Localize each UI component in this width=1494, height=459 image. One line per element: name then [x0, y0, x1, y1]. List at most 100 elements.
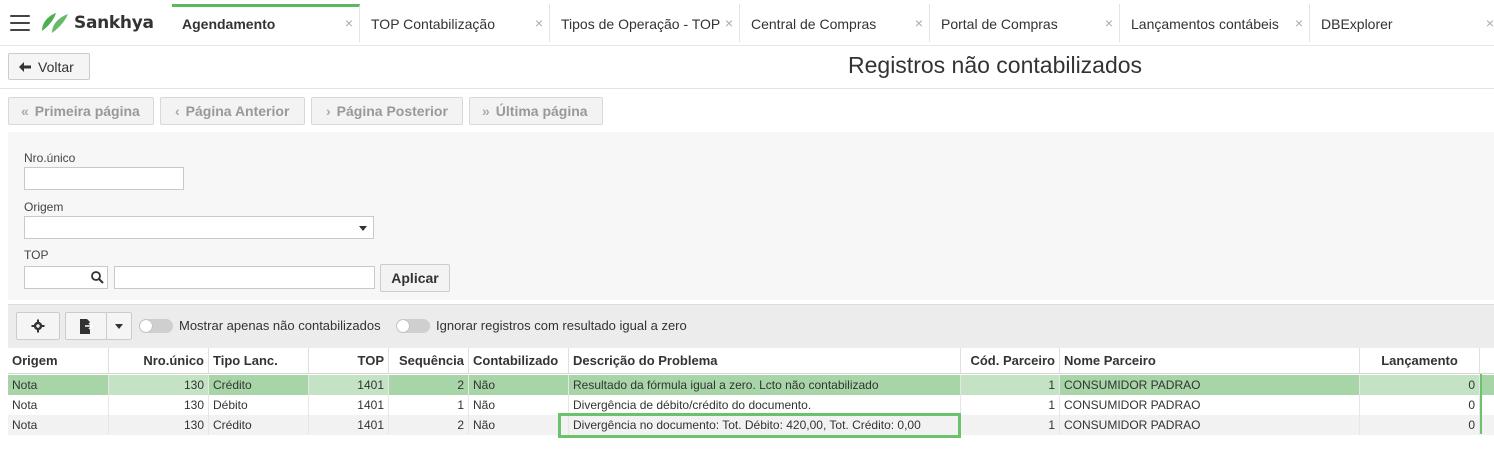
tab-central-compras[interactable]: Central de Compras ×: [741, 4, 930, 42]
dropdown-caret-icon: [115, 323, 123, 329]
cell-cod-parceiro: 1: [961, 415, 1060, 435]
tab-agendamento[interactable]: Agendamento ×: [172, 4, 360, 42]
last-page-label: Última página: [495, 103, 588, 119]
cell-lancamento: 0: [1360, 375, 1480, 395]
cell-cod-parceiro: 1: [961, 375, 1060, 395]
apply-button[interactable]: Aplicar: [380, 264, 450, 292]
origem-select[interactable]: [24, 216, 374, 239]
cell-tipo-lanc: Débito: [209, 395, 309, 415]
cell-descricao: Divergência de débito/crédito do documen…: [569, 395, 961, 415]
cell-origem: Nota: [8, 395, 109, 415]
column-header-sequencia[interactable]: Sequência: [389, 348, 469, 373]
export-dropdown-button[interactable]: [106, 312, 132, 340]
column-header-descricao[interactable]: Descrição do Problema: [569, 348, 961, 373]
next-page-label: Página Posterior: [336, 103, 448, 119]
close-icon[interactable]: ×: [1105, 15, 1113, 31]
cell-tipo-lanc: Crédito: [209, 415, 309, 435]
column-header-top[interactable]: TOP: [309, 348, 389, 373]
export-button[interactable]: [65, 312, 107, 340]
cell-nome-parceiro: CONSUMIDOR PADRAO: [1060, 415, 1360, 435]
cell-nro-unico: 130: [109, 375, 209, 395]
next-page-button[interactable]: › Página Posterior: [311, 97, 463, 125]
close-icon[interactable]: ×: [535, 15, 543, 31]
cell-nome-parceiro: CONSUMIDOR PADRAO: [1060, 395, 1360, 415]
cell-lancamento: 0: [1360, 415, 1480, 435]
close-icon[interactable]: ×: [725, 15, 733, 31]
cell-contabilizado: Não: [469, 375, 569, 395]
cell-nro-unico: 130: [109, 415, 209, 435]
gear-icon: [31, 319, 45, 333]
cell-descricao: Resultado da fórmula igual a zero. Lcto …: [569, 375, 961, 395]
cell-nro-unico: 130: [109, 395, 209, 415]
page-title: Registros não contabilizados: [848, 52, 1143, 78]
first-page-button[interactable]: « Primeira página: [8, 97, 154, 125]
top-bar: Sankhya Agendamento × TOP Contabilização…: [0, 0, 1494, 46]
cell-contabilizado: Não: [469, 415, 569, 435]
origem-label: Origem: [24, 200, 64, 214]
top-description-input[interactable]: [114, 266, 375, 289]
tab-label: DBExplorer: [1321, 16, 1393, 32]
column-header-tipo-lanc[interactable]: Tipo Lanc.: [209, 348, 309, 373]
cell-origem: Nota: [8, 415, 109, 435]
cell-contabilizado: Não: [469, 395, 569, 415]
chevron-right-icon: ›: [326, 103, 331, 119]
search-icon[interactable]: [91, 271, 104, 284]
column-header-nro-unico[interactable]: Nro.único: [109, 348, 209, 373]
cell-top: 1401: [309, 375, 389, 395]
cell-top: 1401: [309, 415, 389, 435]
tab-lancamentos-contabeis[interactable]: Lançamentos contábeis ×: [1121, 4, 1310, 42]
tab-portal-compras[interactable]: Portal de Compras ×: [931, 4, 1120, 42]
tab-top-contabilizacao[interactable]: TOP Contabilização ×: [361, 4, 550, 42]
cell-sequencia: 2: [389, 375, 469, 395]
tab-tipos-operacao[interactable]: Tipos de Operação - TOP ×: [551, 4, 740, 42]
tab-label: Portal de Compras: [941, 16, 1058, 32]
back-button[interactable]: Voltar: [8, 53, 90, 80]
only-unposted-toggle[interactable]: [139, 319, 173, 333]
cell-top: 1401: [309, 395, 389, 415]
only-unposted-label: Mostrar apenas não contabilizados: [179, 318, 381, 333]
top-code-input[interactable]: [24, 266, 108, 289]
settings-button[interactable]: [16, 312, 60, 340]
cell-sequencia: 2: [389, 415, 469, 435]
close-icon[interactable]: ×: [1486, 15, 1494, 31]
column-header-nome-parceiro[interactable]: Nome Parceiro: [1060, 348, 1360, 373]
logo-text: Sankhya: [74, 13, 154, 33]
cell-tipo-lanc: Crédito: [209, 375, 309, 395]
top-label: TOP: [24, 248, 49, 262]
close-icon[interactable]: ×: [345, 15, 353, 31]
table-row[interactable]: Nota 130 Débito 1401 1 Não Divergência d…: [8, 395, 1494, 415]
export-icon: [80, 318, 93, 334]
tab-label: Central de Compras: [751, 16, 877, 32]
chevron-left-icon: ‹: [175, 103, 180, 119]
hamburger-menu-icon[interactable]: [10, 15, 30, 31]
nro-unico-label: Nro.único: [24, 151, 76, 165]
tab-dbexplorer[interactable]: DBExplorer ×: [1311, 4, 1494, 42]
sankhya-leaf-icon: [42, 13, 68, 33]
previous-page-button[interactable]: ‹ Página Anterior: [160, 97, 305, 125]
nro-unico-input[interactable]: [24, 167, 184, 190]
tab-label: Lançamentos contábeis: [1131, 16, 1279, 32]
cell-cod-parceiro: 1: [961, 395, 1060, 415]
close-icon[interactable]: ×: [1295, 15, 1303, 31]
column-header-origem[interactable]: Origem: [8, 348, 109, 373]
ignore-zero-toggle[interactable]: [396, 319, 430, 333]
row-edge-marker: [1480, 374, 1482, 434]
column-header-contabilizado[interactable]: Contabilizado: [469, 348, 569, 373]
tab-label: TOP Contabilização: [371, 16, 495, 32]
apply-label: Aplicar: [391, 270, 439, 286]
cell-nome-parceiro: CONSUMIDOR PADRAO: [1060, 375, 1360, 395]
ignore-zero-label: Ignorar registros com resultado igual a …: [436, 318, 687, 333]
cell-sequencia: 1: [389, 395, 469, 415]
first-page-label: Primeira página: [34, 103, 140, 119]
close-icon[interactable]: ×: [915, 15, 923, 31]
divider: [0, 88, 1494, 89]
highlight-annotation-box: [558, 413, 961, 438]
cell-lancamento: 0: [1360, 395, 1480, 415]
table-row[interactable]: Nota 130 Crédito 1401 2 Não Resultado da…: [8, 375, 1494, 395]
sankhya-logo: Sankhya: [40, 11, 154, 35]
column-header-lancamento[interactable]: Lançamento: [1360, 348, 1480, 373]
previous-page-label: Página Anterior: [185, 103, 290, 119]
cell-origem: Nota: [8, 375, 109, 395]
column-header-cod-parceiro[interactable]: Cód. Parceiro: [961, 348, 1060, 373]
last-page-button[interactable]: » Última página: [469, 97, 603, 125]
